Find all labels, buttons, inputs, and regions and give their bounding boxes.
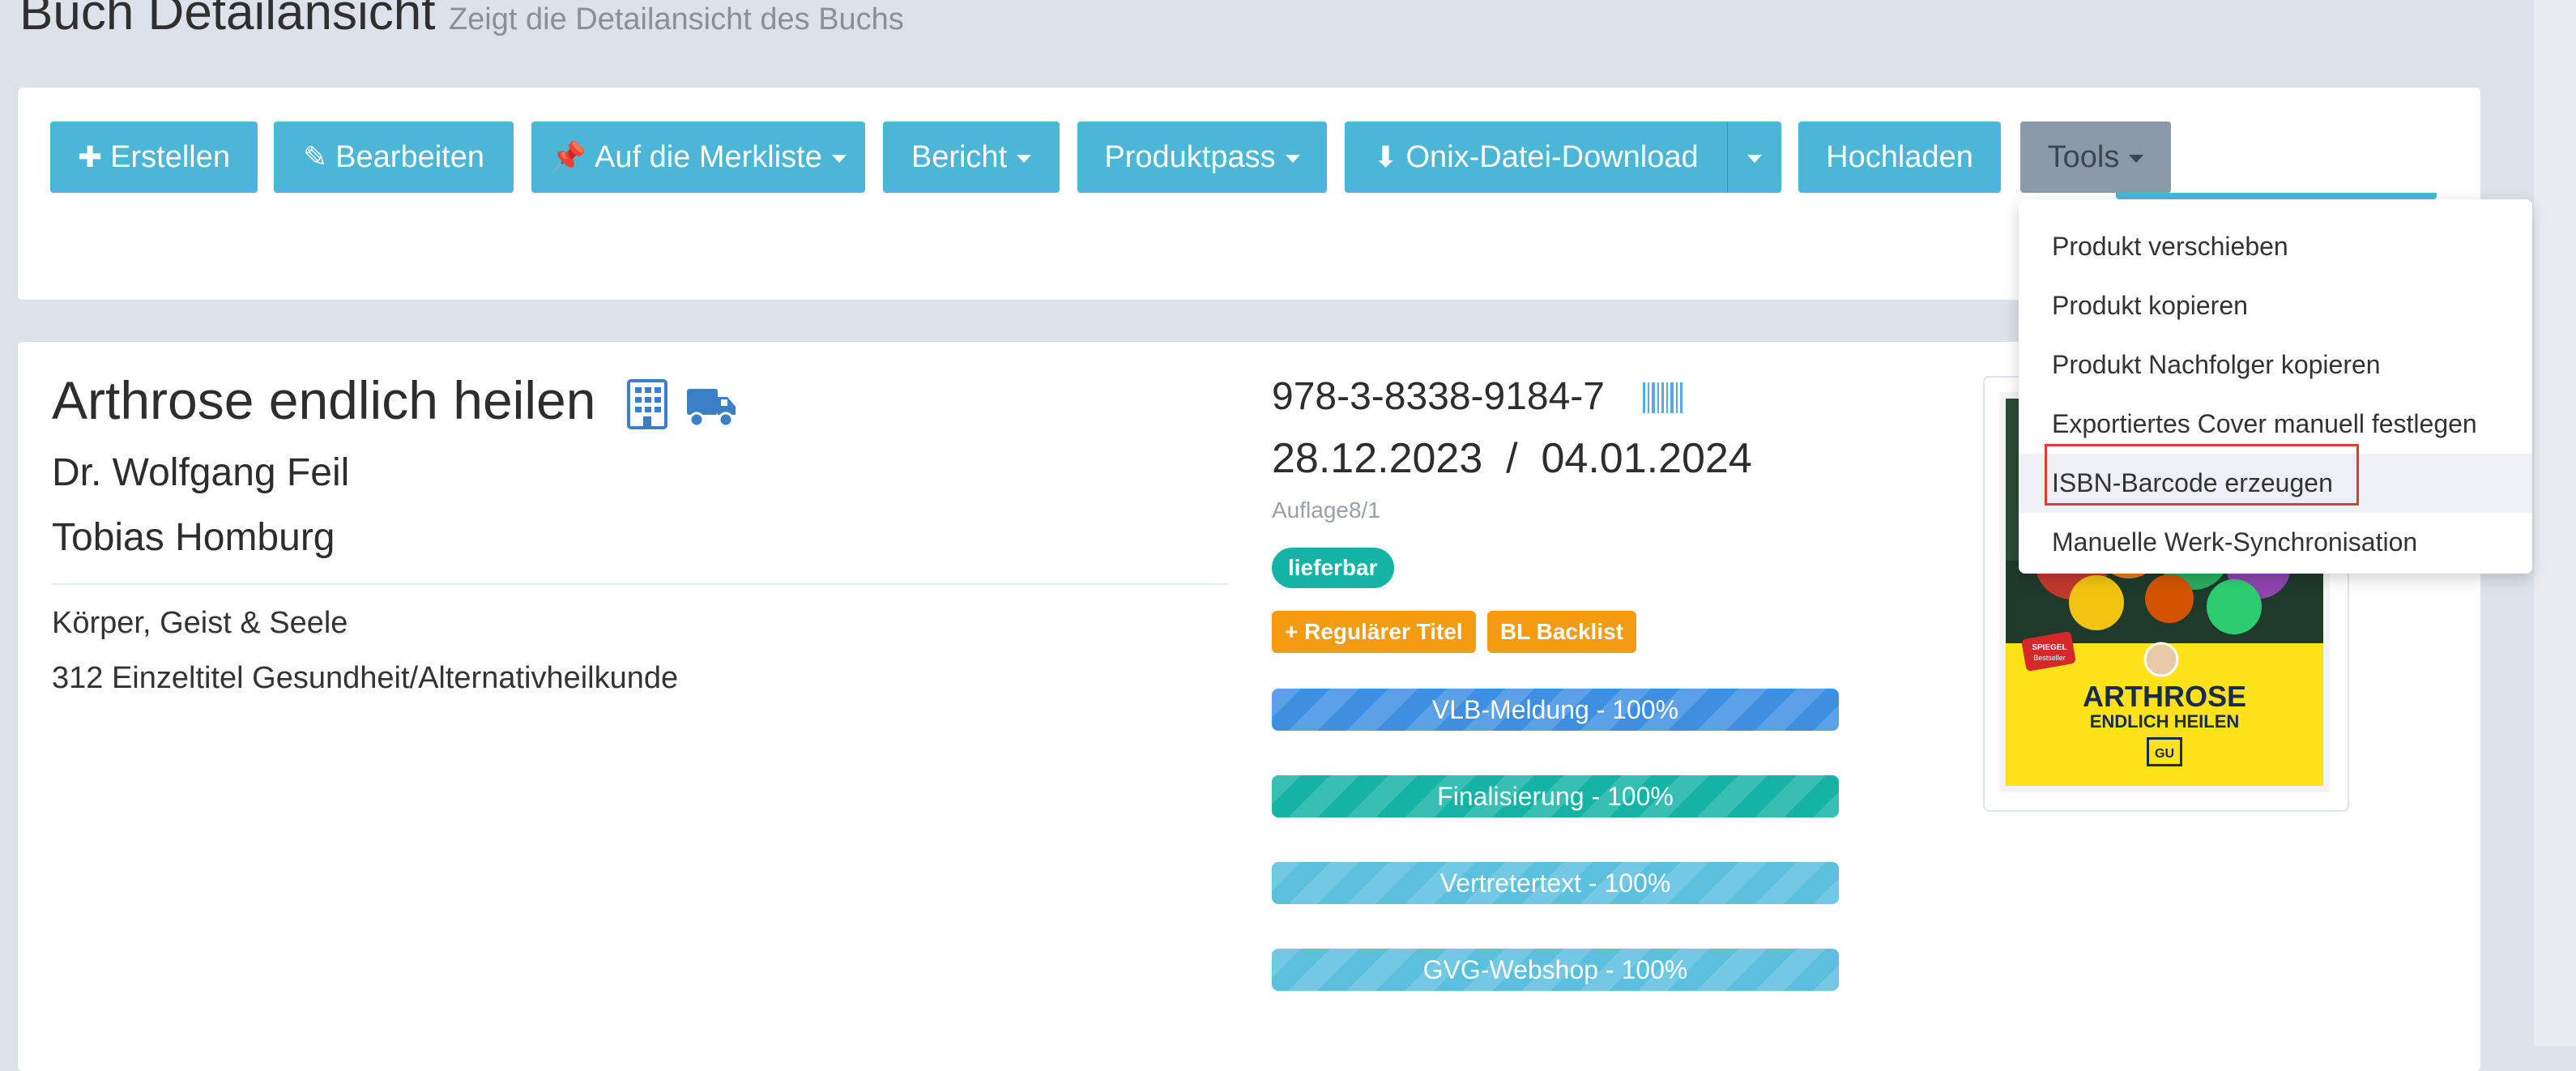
onix-download-button[interactable]: ⬇ Onix-Datei-Download (1345, 122, 1727, 193)
create-button[interactable]: ✚ Erstellen (50, 122, 258, 193)
progress-fill: GVG-Webshop - 100% (1272, 949, 1839, 991)
page-title: Buch Detailansicht (19, 0, 436, 41)
hidden-button-edge[interactable] (2116, 193, 2437, 199)
publication-dates: 28.12.2023 / 04.01.2024 (1272, 435, 1752, 482)
page-header: Buch Detailansicht Zeigt die Detailansic… (19, 0, 904, 49)
truck-icon (687, 389, 736, 428)
selection-highlight (2045, 444, 2359, 506)
caret-down-icon (1747, 154, 1762, 163)
product-pass-button[interactable]: Produktpass (1077, 122, 1327, 193)
download-icon: ⬇ (1373, 140, 1398, 173)
report-button[interactable]: Bericht (883, 122, 1060, 193)
caret-down-icon (2129, 154, 2144, 163)
status-badge: lieferbar (1272, 548, 1394, 588)
cover-publisher-logo: GU (2155, 747, 2174, 761)
caret-down-icon (1285, 154, 1300, 163)
label-regular-title: + Regulärer Titel (1272, 611, 1476, 653)
plus-icon: ✚ (77, 140, 103, 173)
label-backlist: BL Backlist (1487, 611, 1636, 653)
progress-gvg-webshop: GVG-Webshop - 100% (1272, 949, 1839, 991)
progress-fill: VLB-Meldung - 100% (1272, 689, 1839, 731)
progress-vlb: VLB-Meldung - 100% (1272, 689, 1839, 731)
book-title: Arthrose endlich heilen (52, 370, 596, 430)
cover-badge-line1: SPIEGEL (2032, 643, 2066, 652)
edit-button[interactable]: ✎ Bearbeiten (274, 122, 514, 193)
caret-down-icon (831, 154, 847, 163)
pencil-icon: ✎ (303, 140, 328, 173)
menu-item-move-product[interactable]: Produkt verschieben (2019, 217, 2532, 276)
watchlist-button[interactable]: 📌 Auf die Merkliste (531, 122, 865, 193)
book-genre: 312 Einzeltitel Gesundheit/Alternativhei… (52, 661, 679, 695)
progress-vertretertext: Vertretertext - 100% (1272, 862, 1839, 904)
progress-finalisierung: Finalisierung - 100% (1272, 775, 1839, 817)
tools-dropdown-menu: Produkt verschieben Produkt kopieren Pro… (2019, 199, 2532, 574)
author-name: Dr. Wolfgang Feil (52, 451, 350, 494)
cover-title-line2: ENDLICH HEILEN (2090, 711, 2240, 732)
barcode-icon[interactable] (1643, 382, 1685, 413)
pin-icon: 📌 (550, 140, 586, 173)
menu-item-copy-product[interactable]: Produkt kopieren (2019, 276, 2532, 335)
page-scrollbar[interactable] (2534, 0, 2576, 1046)
cover-title-line1: ARTHROSE (2083, 680, 2246, 713)
progress-fill: Finalisierung - 100% (1272, 775, 1839, 817)
upload-button[interactable]: Hochladen (1798, 122, 2001, 193)
tools-button[interactable]: Tools (2020, 122, 2171, 193)
menu-item-copy-successor[interactable]: Produkt Nachfolger kopieren (2019, 335, 2532, 395)
menu-item-manual-work-sync[interactable]: Manuelle Werk-Synchronisation (2019, 513, 2532, 572)
building-icon (627, 379, 667, 429)
progress-fill: Vertretertext - 100% (1272, 862, 1839, 904)
divider (52, 583, 1228, 585)
book-category: Körper, Geist & Seele (52, 606, 348, 640)
isbn-number: 978-3-8338-9184-7 (1272, 375, 1605, 418)
author-name: Tobias Homburg (52, 516, 335, 559)
edition-label: Auflage8/1 (1272, 497, 1380, 523)
caret-down-icon (1017, 154, 1032, 163)
page-subtitle: Zeigt die Detailansicht des Buchs (448, 2, 904, 36)
onix-dropdown-toggle[interactable] (1728, 122, 1781, 193)
cover-badge-line2: Bestseller (2033, 654, 2066, 662)
